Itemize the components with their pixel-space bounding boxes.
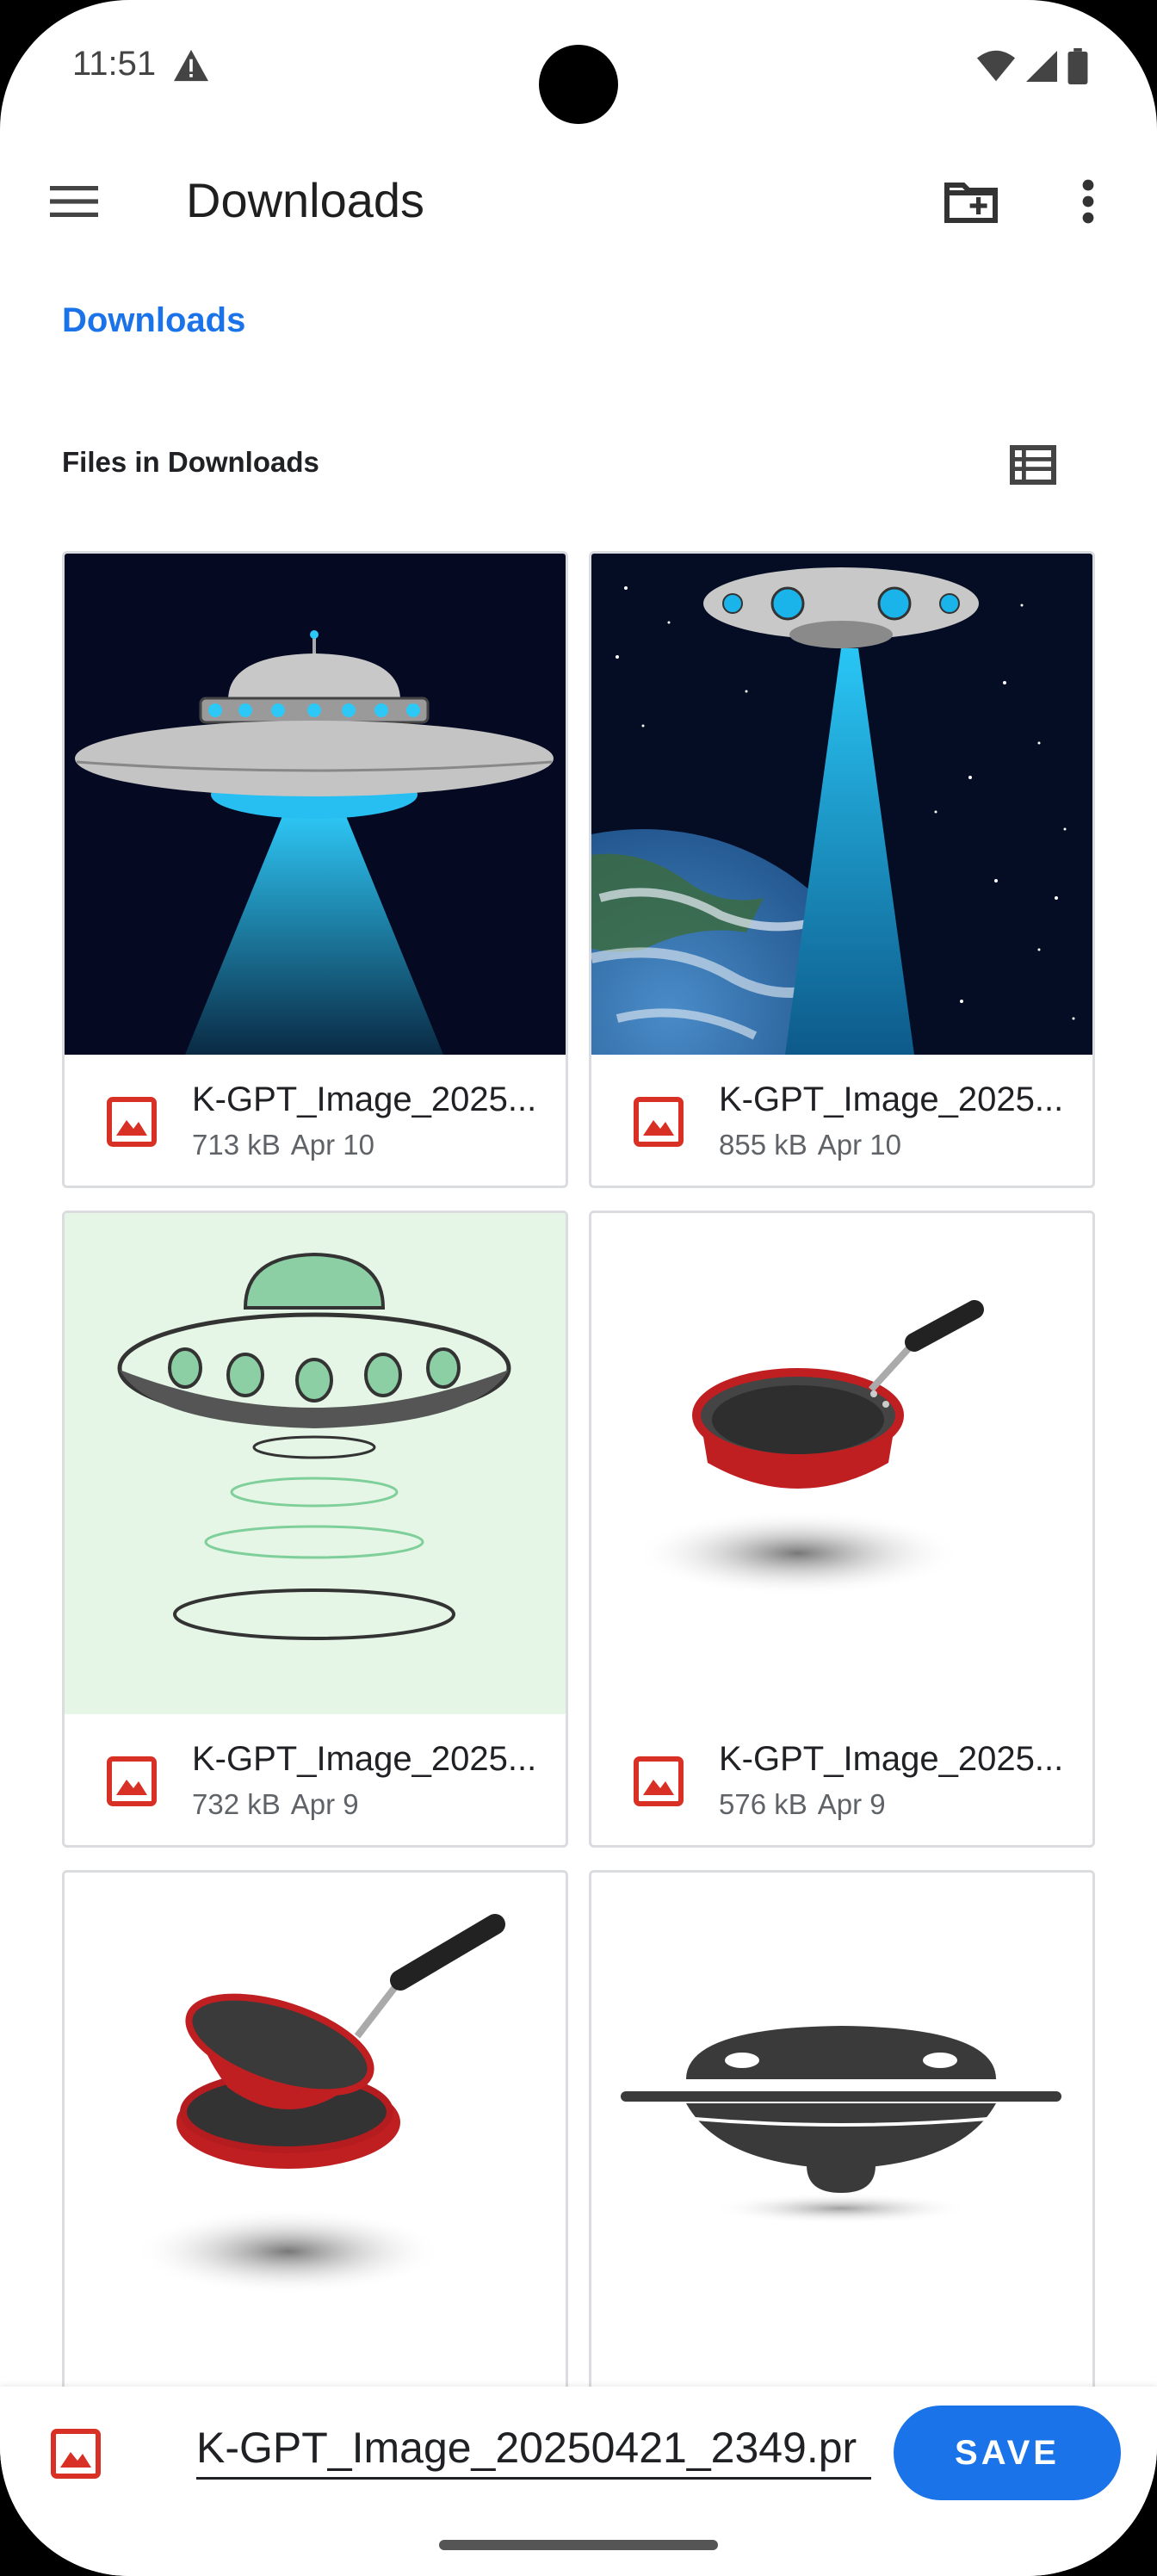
file-thumbnail bbox=[591, 1213, 1092, 1714]
file-size: 576 kB bbox=[719, 1788, 807, 1820]
file-date: Apr 10 bbox=[817, 1129, 901, 1161]
file-card[interactable]: K-GPT_Image_2025... 576 kB Apr 9 bbox=[589, 1211, 1095, 1848]
image-file-icon bbox=[107, 1756, 157, 1806]
file-thumbnail bbox=[591, 1873, 1092, 2374]
section-title: Files in Downloads bbox=[62, 446, 319, 478]
page-title: Downloads bbox=[186, 173, 425, 227]
camera-cutout bbox=[539, 45, 618, 124]
file-info: K-GPT_Image_2025... 732 kB Apr 9 bbox=[65, 1714, 566, 1845]
file-date: Apr 9 bbox=[817, 1788, 886, 1820]
status-time: 11:51 bbox=[72, 45, 157, 83]
file-info: K-GPT_Image_2025... 576 kB Apr 9 bbox=[591, 1714, 1092, 1845]
file-thumbnail bbox=[65, 1873, 566, 2374]
status-icons bbox=[976, 48, 1088, 84]
home-indicator[interactable] bbox=[439, 2540, 718, 2550]
filename-field[interactable] bbox=[196, 2418, 871, 2480]
file-card[interactable]: K-GPT_Image_2025... 732 kB Apr 9 bbox=[62, 1211, 568, 1848]
file-meta: 855 kB Apr 10 bbox=[719, 1129, 901, 1161]
file-name: K-GPT_Image_2025... bbox=[192, 1740, 537, 1778]
phone-screen: 11:51 Downloads Downloads Files in Downl… bbox=[0, 0, 1157, 2576]
create-new-folder-icon bbox=[944, 183, 998, 223]
file-name: K-GPT_Image_2025... bbox=[719, 1740, 1064, 1778]
file-size: 732 kB bbox=[192, 1788, 281, 1820]
signal-icon bbox=[1026, 51, 1057, 82]
breadcrumb-downloads[interactable]: Downloads bbox=[62, 301, 245, 340]
more-vert-icon bbox=[1082, 179, 1094, 224]
file-size: 855 kB bbox=[719, 1129, 807, 1161]
image-file-icon bbox=[634, 1756, 684, 1806]
image-file-icon bbox=[51, 2429, 101, 2479]
battery-icon bbox=[1067, 48, 1088, 84]
file-date: Apr 9 bbox=[290, 1788, 359, 1820]
new-folder-button[interactable] bbox=[937, 167, 1005, 236]
menu-icon bbox=[50, 186, 98, 217]
file-card[interactable]: K-GPT_Image_2025... 713 kB Apr 10 bbox=[62, 551, 568, 1188]
more-options-button[interactable] bbox=[1054, 167, 1123, 236]
list-view-icon bbox=[1010, 445, 1056, 485]
file-name: K-GPT_Image_2025... bbox=[192, 1081, 537, 1118]
file-meta: 576 kB Apr 9 bbox=[719, 1788, 886, 1821]
list-view-button[interactable] bbox=[999, 430, 1067, 499]
menu-button[interactable] bbox=[40, 167, 108, 236]
status-bar: 11:51 bbox=[0, 0, 1157, 138]
file-size: 713 kB bbox=[192, 1129, 281, 1161]
file-thumbnail bbox=[65, 554, 566, 1055]
save-button[interactable]: SAVE bbox=[894, 2406, 1121, 2500]
image-file-icon bbox=[634, 1097, 684, 1147]
file-date: Apr 10 bbox=[290, 1129, 374, 1161]
file-meta: 713 kB Apr 10 bbox=[192, 1129, 374, 1161]
file-name: K-GPT_Image_2025... bbox=[719, 1081, 1064, 1118]
file-thumbnail bbox=[65, 1213, 566, 1714]
file-card[interactable]: K-GPT_Image_2025... 855 kB Apr 10 bbox=[589, 551, 1095, 1188]
image-file-icon bbox=[107, 1097, 157, 1147]
file-info: K-GPT_Image_2025... 713 kB Apr 10 bbox=[65, 1055, 566, 1186]
file-thumbnail bbox=[591, 554, 1092, 1055]
warning-icon bbox=[174, 49, 208, 82]
file-meta: 732 kB Apr 9 bbox=[192, 1788, 359, 1821]
app-bar: Downloads bbox=[0, 138, 1157, 267]
file-info: K-GPT_Image_2025... 855 kB Apr 10 bbox=[591, 1055, 1092, 1186]
wifi-icon bbox=[976, 50, 1016, 82]
